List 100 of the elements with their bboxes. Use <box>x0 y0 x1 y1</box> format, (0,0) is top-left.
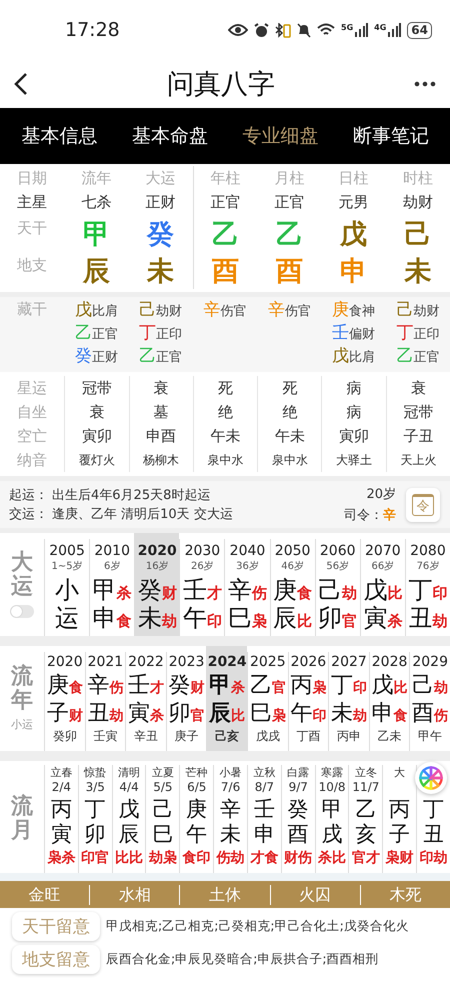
pillar-char: 庚 <box>46 672 69 700</box>
date-text: 6/5 <box>187 780 206 794</box>
luck-pillar[interactable]: 2040 36岁 辛伤 巳枭 <box>224 539 270 636</box>
back-icon[interactable] <box>14 72 28 96</box>
more-icon[interactable] <box>414 81 436 87</box>
tab[interactable]: 专业细盘 <box>236 115 324 157</box>
hidden-stem: 乙正官 <box>139 346 182 368</box>
pillar-char: 辛 <box>228 575 252 606</box>
age-text: 16岁 <box>146 560 169 573</box>
section-label: 流月 <box>11 794 33 844</box>
luck-pillar[interactable]: 2005 1~5岁 小 运 <box>44 539 90 636</box>
stat-value: 覆灯火 <box>78 452 115 468</box>
minor-luck-text: 丙申 <box>336 728 361 745</box>
pillar-char: 丑 <box>87 700 110 728</box>
solar-term: 立秋 <box>253 766 276 779</box>
year-pillar[interactable]: 2029 己劫 酉伤 甲午 <box>409 652 450 751</box>
year-pillar[interactable]: 2022 壬才 寅杀 辛丑 <box>125 652 166 751</box>
stat-value: 衰 <box>89 402 104 422</box>
pillar-char: 乙 <box>250 672 272 700</box>
luck-pillar[interactable]: 2080 76岁 丁印 丑劫 <box>404 539 450 636</box>
note-label: 天干留意 <box>12 912 100 941</box>
stat-value: 衰 <box>154 378 169 398</box>
element-status: 木死 <box>360 884 450 904</box>
stat-value: 杨柳木 <box>143 452 180 468</box>
heavenly-stem: 戊 <box>340 218 368 252</box>
section-sublabel: 小运 <box>11 717 33 732</box>
ten-god: 伤劫 <box>216 849 245 867</box>
row-label: 自坐 <box>17 402 47 422</box>
stat-value: 寅卯 <box>82 426 112 446</box>
stat-value: 午未 <box>210 426 240 446</box>
year-pillar[interactable]: 2020 庚食 子财 癸卯 <box>44 652 85 751</box>
ten-god: 印 <box>312 707 326 725</box>
pillar-char: 卯 <box>168 700 191 728</box>
date-text: 2/4 <box>52 780 72 794</box>
ten-god: 印 <box>352 679 367 697</box>
ten-god: 才 <box>150 679 164 697</box>
age-text: 1~5岁 <box>52 560 83 573</box>
pillar-char: 巳 <box>152 822 174 847</box>
tab[interactable]: 基本信息 <box>15 115 104 157</box>
ten-god: 才 <box>206 584 222 603</box>
year-text: 2023 <box>168 654 204 670</box>
year-pillar[interactable]: 2026 丙枭 午印 丁酉 <box>288 652 328 751</box>
year-pillar[interactable]: 2024 甲 杀 辰比 己亥 <box>206 646 247 751</box>
luck-pillar[interactable]: 2050 46岁 庚食 辰比 <box>270 539 315 636</box>
tab[interactable]: 基本命盘 <box>126 115 214 157</box>
solar-term: 立夏 <box>152 766 174 779</box>
pillar-char: 申 <box>372 700 394 728</box>
year-pillar[interactable]: 2025 乙官 巳枭 戊戌 <box>246 652 288 751</box>
luck-pillar[interactable]: 2020 16岁 癸财 未劫 <box>134 533 180 636</box>
minor-luck-text: 癸卯 <box>52 728 77 745</box>
pillar-char: 巳 <box>228 603 252 634</box>
year-pillar[interactable]: 2021 辛伤 丑劫 壬寅 <box>84 652 126 751</box>
ten-god: 官 <box>272 679 286 697</box>
ten-god: 枭杀 <box>47 849 76 867</box>
stat-value: 午未 <box>274 426 305 446</box>
ten-god: 印 <box>432 584 448 603</box>
aperture-button[interactable] <box>415 762 447 794</box>
solar-term: 清明 <box>118 766 140 779</box>
year-text: 2024 <box>208 654 247 670</box>
pillar-char: 午 <box>182 603 207 634</box>
age-text: 66岁 <box>371 560 394 573</box>
pillar-char: 申 <box>92 603 117 634</box>
pillar-char: 丙 <box>389 797 410 822</box>
ten-god: 劫 <box>342 584 358 603</box>
pillar-char: 运 <box>55 603 80 634</box>
solar-term: 芒种 <box>186 766 208 779</box>
pillar-char: 丁 <box>84 797 106 822</box>
ten-god: 财伤 <box>284 849 312 867</box>
solar-term: 白露 <box>287 766 310 779</box>
luck-pillar[interactable]: 2030 26岁 壬才 午印 <box>179 539 224 636</box>
tab[interactable]: 断事笔记 <box>346 115 435 157</box>
heavenly-stem: 乙 <box>212 218 239 252</box>
luck-pillar[interactable]: 2070 66岁 戊比 寅杀 <box>360 539 405 636</box>
date-text: 3/5 <box>86 780 105 794</box>
solar-term: 寒露 <box>321 766 344 779</box>
stat-value: 绝 <box>282 402 298 422</box>
hidden-stem: 丁正印 <box>139 323 182 345</box>
pillar-char: 午 <box>186 822 208 847</box>
pillar-char: 巳 <box>250 700 272 728</box>
app-title: 问真八字 <box>166 68 276 102</box>
ten-god: 印官 <box>81 849 110 867</box>
minor-luck-text: 戊戌 <box>256 728 280 745</box>
luck-pillar[interactable]: 2060 56岁 己劫 卯官 <box>314 539 360 636</box>
pillar-char: 辰 <box>209 700 232 728</box>
age-text: 56岁 <box>326 560 350 573</box>
ten-god: 印劫 <box>420 849 448 867</box>
pillar-char: 庚 <box>273 575 298 606</box>
year-pillar[interactable]: 2027 丁印 未劫 丙申 <box>328 652 369 751</box>
year-pillar[interactable]: 2028 戊比 申 食 乙未 <box>368 652 410 751</box>
hidden-stem: 壬偏财 <box>332 323 376 345</box>
info-label: 起运： <box>9 487 48 504</box>
pillar-char: 壬 <box>254 797 275 822</box>
year-text: 2027 <box>331 654 367 670</box>
ten-god: 官 <box>342 612 358 631</box>
stat-value: 病 <box>346 402 362 422</box>
pillar-char: 戊 <box>118 797 140 822</box>
stat-value: 死 <box>282 378 298 398</box>
toggle-switch[interactable] <box>10 605 34 618</box>
ten-god: 比 <box>231 707 246 725</box>
year-text: 2020 <box>138 543 177 559</box>
